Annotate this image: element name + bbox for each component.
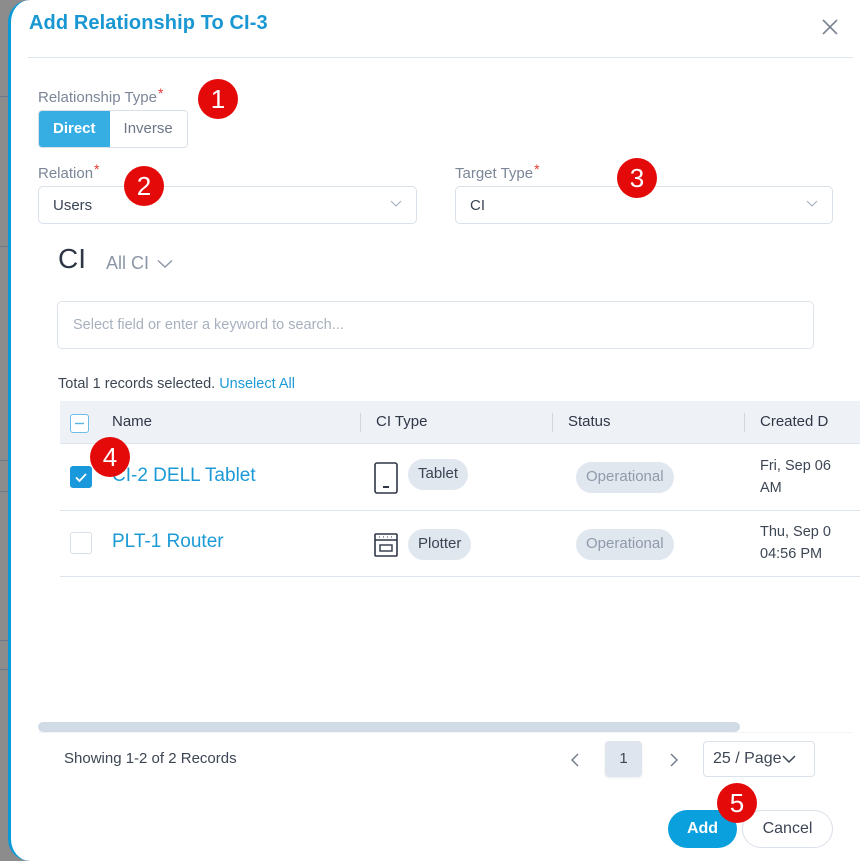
annotation-badge-2: 2 — [124, 166, 164, 206]
ci-type-pill: Plotter — [408, 529, 472, 560]
column-header-status[interactable]: Status — [568, 413, 611, 430]
next-page-icon[interactable] — [665, 751, 681, 769]
created-date-line: Thu, Sep 0 — [760, 524, 831, 540]
annotation-badge-4: 4 — [90, 437, 130, 477]
relationship-type-label-text: Relationship Type — [38, 89, 157, 106]
annotation-badge-3: 3 — [617, 158, 657, 198]
chevron-down-icon — [390, 200, 402, 207]
tablet-icon — [374, 462, 398, 494]
minus-icon — [75, 422, 84, 425]
footer-divider — [38, 732, 853, 733]
page-size-select[interactable]: 25 / Page — [703, 741, 815, 777]
inverse-option[interactable]: Inverse — [109, 111, 187, 147]
add-relationship-dialog: Add Relationship To CI-3 Relationship Ty… — [8, 0, 860, 861]
backdrop-fragment — [0, 669, 8, 670]
select-all-checkbox[interactable] — [70, 414, 89, 433]
checkmark-icon — [75, 473, 87, 483]
relation-label-text: Relation — [38, 165, 94, 182]
table-header: Name CI Type Status Created D — [60, 401, 860, 444]
column-header-ci-type[interactable]: CI Type — [376, 413, 427, 430]
column-divider[interactable] — [744, 413, 745, 432]
relation-select[interactable]: Users — [38, 186, 417, 224]
direct-option[interactable]: Direct — [39, 111, 110, 147]
backdrop-fragment — [0, 246, 8, 247]
selection-info: Total 1 records selected. Unselect All — [58, 376, 295, 392]
relationship-type-toggle: Direct Inverse — [38, 110, 188, 148]
selection-count-text: Total 1 records selected. — [58, 376, 216, 392]
required-mark: * — [157, 85, 164, 101]
ci-filter-label: All CI — [106, 253, 150, 273]
table-row: PLT-1 Router Plotter Operational Thu, Se… — [60, 511, 860, 577]
previous-page-icon[interactable] — [568, 751, 584, 769]
required-mark: * — [534, 161, 540, 177]
search-field[interactable] — [57, 301, 814, 349]
relation-label: Relation* — [38, 161, 100, 182]
ci-section-title: CI — [58, 243, 86, 274]
created-date: Thu, Sep 0 04:56 PM — [760, 521, 831, 565]
column-header-name[interactable]: Name — [112, 413, 152, 430]
close-icon[interactable] — [821, 18, 839, 36]
status-badge: Operational — [576, 529, 674, 560]
header-divider — [28, 57, 853, 58]
unselect-all-link[interactable]: Unselect All — [219, 376, 295, 392]
created-date: Fri, Sep 06 AM — [760, 455, 831, 499]
records-summary: Showing 1-2 of 2 Records — [64, 750, 237, 767]
required-mark: * — [94, 161, 100, 177]
column-divider[interactable] — [360, 413, 361, 432]
created-date-line: AM — [760, 480, 782, 496]
chevron-down-icon — [806, 200, 818, 207]
backdrop-fragment — [0, 96, 8, 97]
status-badge: Operational — [576, 462, 674, 493]
ci-name-link[interactable]: PLT-1 Router — [112, 531, 224, 553]
page-size-value: 25 / Page — [713, 750, 782, 767]
annotation-badge-5: 5 — [717, 783, 757, 823]
target-type-label-text: Target Type — [455, 165, 534, 182]
search-input[interactable] — [58, 302, 813, 348]
cancel-button[interactable]: Cancel — [742, 810, 833, 848]
row-checkbox[interactable] — [70, 466, 92, 488]
ci-filter-dropdown[interactable]: All CI — [106, 253, 173, 274]
dialog-title: Add Relationship To CI-3 — [29, 12, 268, 34]
plotter-icon — [374, 533, 398, 557]
ci-type-pill: Tablet — [408, 459, 469, 490]
backdrop-fragment — [0, 491, 8, 492]
annotation-badge-1: 1 — [198, 79, 238, 119]
row-checkbox[interactable] — [70, 532, 92, 554]
chevron-down-icon — [157, 259, 173, 268]
created-date-line: Fri, Sep 06 — [760, 458, 831, 474]
relationship-type-label: Relationship Type* — [38, 85, 163, 106]
target-type-value: CI — [470, 197, 485, 214]
column-divider[interactable] — [552, 413, 553, 432]
page-1-button[interactable]: 1 — [605, 741, 642, 777]
backdrop-fragment — [0, 640, 8, 641]
ci-name-link[interactable]: CI-2 DELL Tablet — [112, 465, 256, 487]
created-date-line: 04:56 PM — [760, 546, 823, 562]
target-type-label: Target Type* — [455, 161, 540, 182]
horizontal-scrollbar[interactable] — [38, 722, 740, 732]
chevron-down-icon — [781, 755, 796, 764]
backdrop-fragment — [0, 460, 8, 461]
table-row: CI-2 DELL Tablet Tablet Operational Fri,… — [60, 445, 860, 511]
relation-value: Users — [53, 197, 93, 214]
column-header-created-date[interactable]: Created D — [760, 413, 828, 430]
